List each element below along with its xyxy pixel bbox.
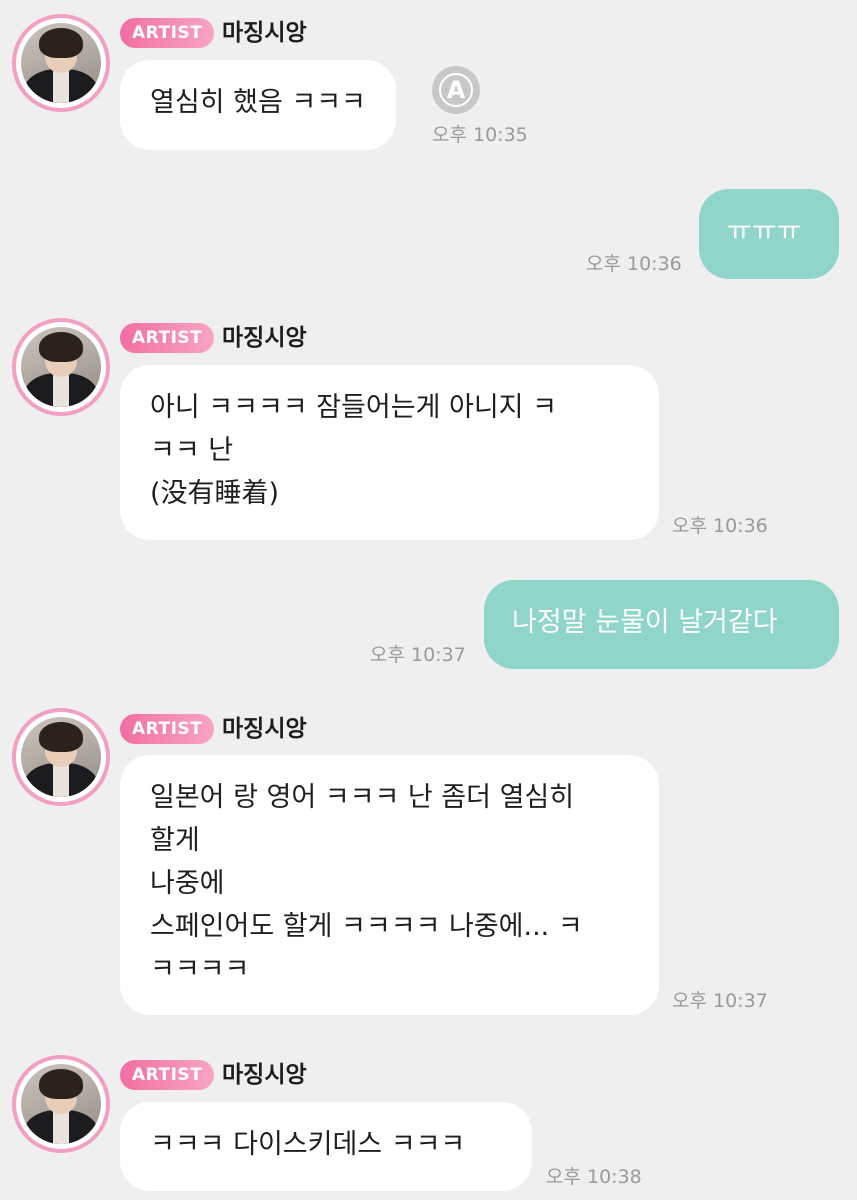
message-text: 일본어 랑 영어 ㅋㅋㅋ 난 좀더 열심히 bbox=[150, 782, 575, 813]
avatar-photo bbox=[21, 1064, 101, 1144]
message-text: 할게 bbox=[150, 825, 200, 856]
message-text: 아니 ㅋㅋㅋㅋ 잠들어는게 아니지 ㅋ bbox=[150, 392, 557, 423]
message-text: 열심히 했음 ㅋㅋㅋ bbox=[150, 87, 366, 118]
message-text: ㅋㅋㅋ 다이스키데스 ㅋㅋㅋ bbox=[150, 1129, 466, 1160]
message-bubble-outgoing[interactable]: ㅠㅠㅠ bbox=[699, 189, 839, 279]
artist-badge: ARTIST bbox=[120, 714, 215, 744]
artist-name: 마징시앙 bbox=[222, 20, 307, 46]
artist-avatar[interactable] bbox=[12, 318, 110, 416]
avatar-photo bbox=[21, 23, 101, 103]
message-bubble-incoming[interactable]: 열심히 했음 ㅋㅋㅋ bbox=[120, 60, 396, 150]
message-text: 나중에 bbox=[150, 868, 225, 899]
message-text: (没有睡着) bbox=[150, 478, 280, 509]
translate-button[interactable]: A bbox=[432, 66, 480, 114]
message-text: ㅋㅋ 난 bbox=[150, 435, 234, 466]
message-bubble-incoming[interactable]: ㅋㅋㅋ 다이스키데스 ㅋㅋㅋ bbox=[120, 1102, 532, 1191]
message-bubble-outgoing[interactable]: 나정말 눈물이 날거같다 bbox=[484, 580, 839, 669]
artist-badge: ARTIST bbox=[120, 323, 215, 353]
message-text: ㅠㅠㅠ bbox=[727, 216, 802, 247]
message-timestamp: 오후 10:36 bbox=[586, 253, 682, 275]
artist-badge: ARTIST bbox=[120, 1060, 215, 1090]
artist-avatar[interactable] bbox=[12, 708, 110, 806]
artist-name: 마징시앙 bbox=[222, 325, 307, 351]
message-bubble-incoming[interactable]: 일본어 랑 영어 ㅋㅋㅋ 난 좀더 열심히 할게 나중에 스페인어도 할게 ㅋㅋ… bbox=[120, 755, 659, 1015]
message-timestamp: 오후 10:38 bbox=[546, 1166, 642, 1188]
message-bubble-incoming[interactable]: 아니 ㅋㅋㅋㅋ 잠들어는게 아니지 ㅋ ㅋㅋ 난 (没有睡着) bbox=[120, 365, 659, 540]
message-text: ㅋㅋㅋㅋ bbox=[150, 954, 250, 985]
artist-name: 마징시앙 bbox=[222, 1062, 307, 1088]
artist-badge: ARTIST bbox=[120, 18, 215, 48]
message-text: 나정말 눈물이 날거같다 bbox=[512, 607, 778, 638]
message-timestamp: 오후 10:37 bbox=[370, 644, 466, 666]
artist-avatar[interactable] bbox=[12, 14, 110, 112]
avatar-photo bbox=[21, 327, 101, 407]
avatar-photo bbox=[21, 717, 101, 797]
artist-name: 마징시앙 bbox=[222, 716, 307, 742]
message-timestamp: 오후 10:36 bbox=[672, 515, 768, 537]
message-text: 스페인어도 할게 ㅋㅋㅋㅋ 나중에... ㅋ bbox=[150, 911, 583, 942]
message-timestamp: 오후 10:35 bbox=[432, 124, 528, 146]
message-timestamp: 오후 10:37 bbox=[672, 990, 768, 1012]
artist-avatar[interactable] bbox=[12, 1055, 110, 1153]
